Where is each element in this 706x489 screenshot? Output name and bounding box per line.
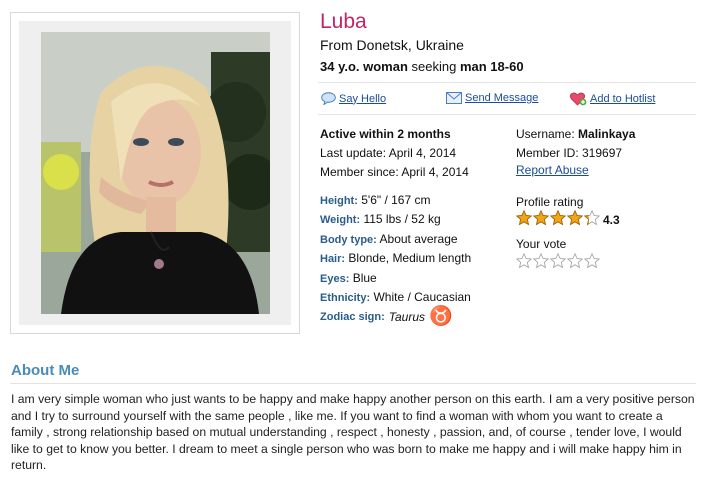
attr-zodiac-key: Zodiac sign: (320, 311, 385, 323)
profile-photo[interactable] (41, 32, 270, 314)
profile-age: 34 y.o. woman (320, 59, 408, 74)
attr-ethnicity: Ethnicity: White / Caucasian (320, 290, 471, 304)
envelope-icon (446, 92, 462, 104)
seeking-target: man 18-60 (459, 59, 524, 74)
username-label: Username: (516, 127, 575, 141)
last-update: Last update: April 4, 2014 (320, 146, 457, 160)
divider-actions (318, 114, 696, 115)
star-icon (533, 210, 549, 226)
activity-status: Active within 2 months (320, 127, 451, 141)
attr-weight-value: 115 lbs / 52 kg (363, 212, 441, 226)
attr-hair-value: Blonde, Medium length (348, 251, 472, 265)
attr-height-key: Height: (320, 195, 358, 207)
attr-eyes-value: Blue (352, 271, 377, 285)
attr-body-type: Body type: About average (320, 232, 458, 246)
attr-height-value: 5'6" / 167 cm (361, 193, 431, 207)
attr-weight: Weight: 115 lbs / 52 kg (320, 212, 441, 226)
about-me-text: I am very simple woman who just wants to… (11, 392, 695, 473)
seeking-word: seeking (411, 59, 457, 74)
say-hello-button[interactable]: Say Hello (321, 92, 386, 105)
star-icon[interactable] (516, 253, 532, 269)
star-icon[interactable] (550, 253, 566, 269)
add-to-hotlist-label: Add to Hotlist (590, 93, 656, 105)
member-since: Member since: April 4, 2014 (320, 165, 469, 179)
attr-zodiac-value: Taurus (388, 310, 426, 324)
profile-rating-value: 4.3 (603, 213, 620, 227)
say-hello-label: Say Hello (339, 92, 387, 105)
attr-eyes-key: Eyes: (320, 273, 350, 285)
member-id: Member ID: 319697 (516, 146, 623, 160)
star-icon (567, 210, 583, 226)
attr-weight-key: Weight: (320, 214, 361, 226)
profile-seeking: 34 y.o. woman seeking man 18-60 (320, 59, 524, 74)
about-me-heading: About Me (11, 362, 80, 379)
attr-ethnicity-key: Ethnicity: (320, 292, 371, 304)
attr-hair-key: Hair: (320, 253, 346, 265)
star-icon (516, 210, 532, 226)
username-value: Malinkaya (578, 127, 636, 141)
taurus-icon: ♉ (429, 306, 453, 327)
report-abuse-link[interactable]: Report Abuse (516, 163, 589, 177)
add-to-hotlist-button[interactable]: Add to Hotlist (570, 92, 655, 106)
star-icon[interactable] (584, 253, 600, 269)
star-icon[interactable] (567, 253, 583, 269)
profile-rating-stars (516, 210, 600, 226)
your-vote-stars[interactable] (516, 253, 600, 269)
photo-frame (10, 12, 300, 334)
profile-name: Luba (320, 10, 367, 33)
star-icon (550, 210, 566, 226)
attr-ethnicity-value: White / Caucasian (373, 290, 471, 304)
attr-eyes: Eyes: Blue (320, 271, 377, 285)
about-divider (10, 383, 696, 384)
attr-zodiac: Zodiac sign: Taurus ♉ (320, 306, 453, 327)
speech-bubble-icon (321, 92, 336, 105)
profile-location: From Donetsk, Ukraine (320, 37, 464, 53)
star-icon[interactable] (533, 253, 549, 269)
attr-body-type-value: About average (379, 232, 458, 246)
heart-plus-icon (570, 92, 587, 106)
attr-height: Height: 5'6" / 167 cm (320, 193, 431, 207)
send-message-button[interactable]: Send Message (446, 92, 538, 104)
profile-rating-label: Profile rating (516, 195, 584, 209)
attr-body-type-key: Body type: (320, 234, 377, 246)
divider-top (318, 82, 696, 83)
send-message-label: Send Message (465, 92, 539, 104)
star-icon (584, 210, 600, 226)
username-row: Username: Malinkaya (516, 127, 635, 141)
attr-hair: Hair: Blonde, Medium length (320, 251, 471, 265)
your-vote-label: Your vote (516, 237, 567, 251)
